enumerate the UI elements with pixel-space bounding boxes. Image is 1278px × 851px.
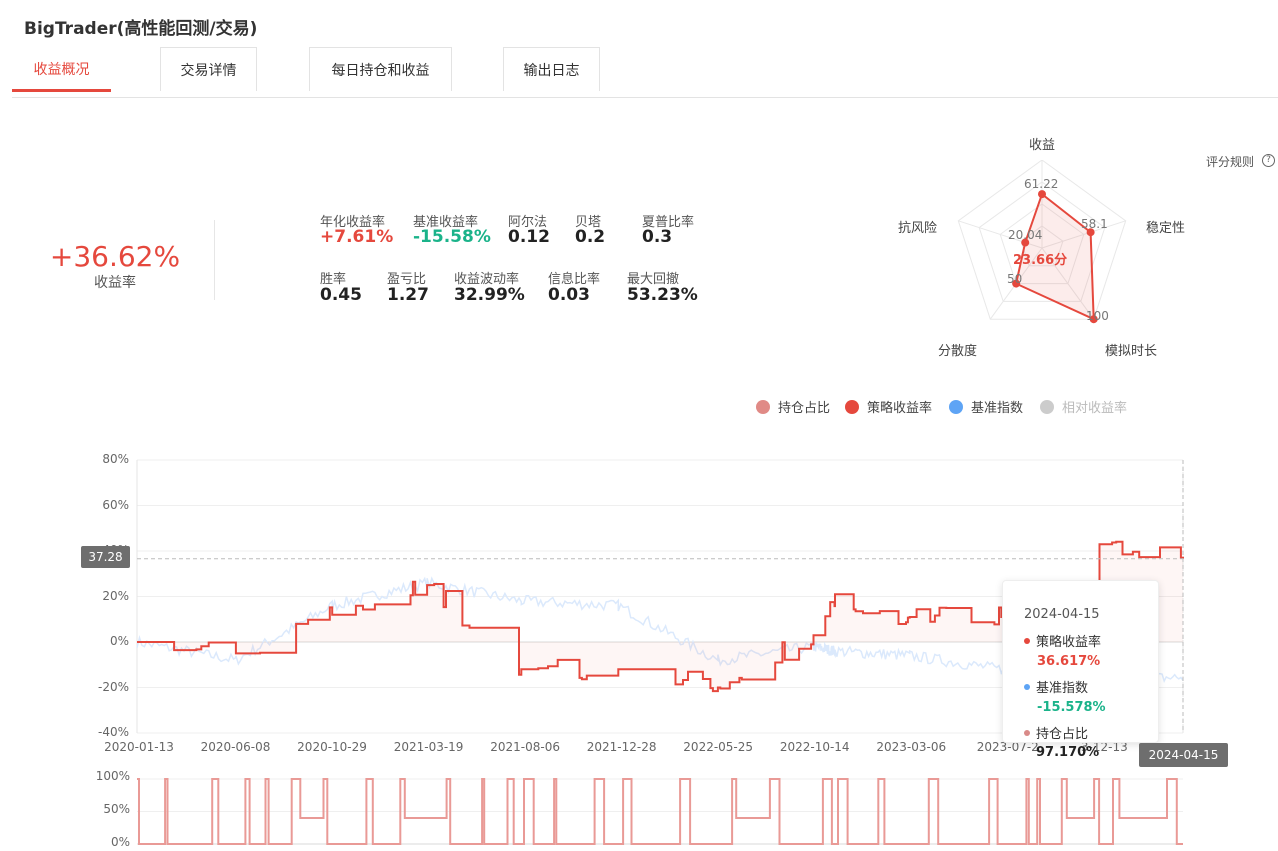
- chart-ytick: -40%: [97, 725, 129, 739]
- chart-tooltip: 2024-04-15 策略收益率 36.617% 基准指数 -15.578% 持…: [1002, 580, 1159, 743]
- radar-value-risk-resistance: 20.04: [1008, 228, 1043, 242]
- legend-position-ratio[interactable]: 持仓占比: [756, 397, 830, 416]
- tooltip-strategy-label: 策略收益率: [1036, 635, 1102, 650]
- position-ytick: 100%: [95, 769, 130, 783]
- tab-trade-details[interactable]: 交易详情: [160, 47, 257, 91]
- metric-value-beta: 0.2: [575, 227, 606, 247]
- chart-xtick: 2021-12-28: [586, 740, 657, 754]
- radar-value-diversification: 50: [1007, 272, 1023, 286]
- tooltip-strategy-row: 策略收益率: [1024, 631, 1101, 650]
- chart-xtick: 2020-01-13: [104, 740, 174, 754]
- metric-value-benchmark-return: -15.58%: [413, 227, 491, 247]
- metric-value-profit-loss-ratio: 1.27: [387, 285, 429, 305]
- metric-value-win-rate: 0.45: [320, 285, 362, 305]
- radar-label-risk-resistance: 抗风险: [898, 221, 938, 236]
- radar-label-stability: 稳定性: [1146, 221, 1186, 236]
- chart-xtick: 2020-06-08: [200, 740, 271, 754]
- position-ytick: 50%: [103, 802, 130, 816]
- chart-xtick: 2021-08-06: [490, 740, 560, 754]
- tab-divider: [12, 97, 1278, 98]
- question-circle-icon[interactable]: ?: [1262, 154, 1275, 167]
- radar-value-sim-duration: 100: [1086, 309, 1109, 323]
- chart-ytick: 0%: [109, 634, 129, 648]
- legend-dot: [1040, 399, 1054, 414]
- tooltip-date: 2024-04-15: [1024, 607, 1100, 622]
- metric-value-alpha: 0.12: [508, 227, 550, 247]
- position-ytick: 0%: [110, 835, 130, 849]
- position-ratio-chart[interactable]: [0, 770, 1278, 851]
- legend-label: 基准指数: [971, 401, 1024, 416]
- tooltip-strategy-value: 36.617%: [1037, 654, 1101, 669]
- chart-xtick: 2022-10-14: [779, 740, 850, 754]
- chart-xtick: 2022-05-25: [683, 740, 754, 754]
- legend-dot: [756, 399, 770, 414]
- app-title: BigTrader(高性能回测/交易): [24, 19, 258, 39]
- legend-label: 策略收益率: [867, 401, 933, 416]
- chart-xtick: 2020-10-29: [297, 740, 367, 754]
- tooltip-dot: [1024, 729, 1030, 736]
- metric-value-volatility: 32.99%: [454, 285, 525, 305]
- radar-label-sim-duration: 模拟时长: [1105, 344, 1158, 359]
- tooltip-dot: [1024, 637, 1030, 644]
- total-return-value: +36.62%: [49, 240, 181, 273]
- chart-xtick: 2023-03-06: [876, 740, 947, 754]
- metric-value-annual-return: +7.61%: [320, 227, 394, 247]
- chart-ytick: 20%: [102, 588, 129, 603]
- chart-ytick: 60%: [102, 497, 129, 512]
- chart-ytick: 80%: [102, 452, 129, 466]
- metric-value-sharpe: 0.3: [642, 227, 673, 247]
- chart-xtick: 2021-03-19: [393, 740, 464, 754]
- radar-point: [1038, 190, 1046, 199]
- tooltip-benchmark-row: 基准指数: [1024, 677, 1088, 696]
- tab-daily-positions[interactable]: 每日持仓和收益: [309, 47, 452, 91]
- total-return-label: 收益率: [94, 275, 136, 291]
- crosshair-y-label: 37.28: [81, 546, 130, 568]
- tooltip-benchmark-value: -15.578%: [1037, 700, 1106, 715]
- tooltip-benchmark-label: 基准指数: [1036, 681, 1089, 696]
- tooltip-position-row: 持仓占比: [1024, 723, 1088, 742]
- tooltip-dot: [1024, 683, 1030, 690]
- legend-dot: [949, 399, 963, 414]
- metric-value-max-drawdown: 53.23%: [627, 285, 698, 305]
- summary-divider: [214, 220, 215, 300]
- chart-ytick: -20%: [97, 679, 129, 694]
- crosshair-x-label: 2024-04-15: [1139, 743, 1228, 767]
- legend-strategy-return[interactable]: 策略收益率: [845, 397, 932, 416]
- radar-value-stability: 58.1: [1081, 217, 1108, 231]
- radar-total-score: 23.66分: [1013, 253, 1068, 268]
- tab-output-log[interactable]: 输出日志: [503, 47, 600, 91]
- tab-return-overview[interactable]: 收益概况: [12, 47, 111, 91]
- legend-label: 相对收益率: [1062, 401, 1128, 416]
- tooltip-position-label: 持仓占比: [1036, 727, 1089, 742]
- legend-label: 持仓占比: [778, 401, 831, 416]
- tooltip-position-value: 97.170%: [1036, 745, 1100, 760]
- metric-value-info-ratio: 0.03: [548, 285, 590, 305]
- legend-dot: [845, 399, 859, 414]
- radar-label-return: 收益: [1029, 138, 1056, 153]
- legend-relative-return[interactable]: 相对收益率: [1040, 397, 1127, 416]
- active-tab-indicator: [12, 89, 111, 92]
- legend-benchmark[interactable]: 基准指数: [949, 397, 1023, 416]
- radar-value-return: 61.22: [1024, 177, 1059, 191]
- radar-label-diversification: 分散度: [938, 344, 978, 359]
- score-rule-link[interactable]: 评分规则: [1206, 153, 1254, 170]
